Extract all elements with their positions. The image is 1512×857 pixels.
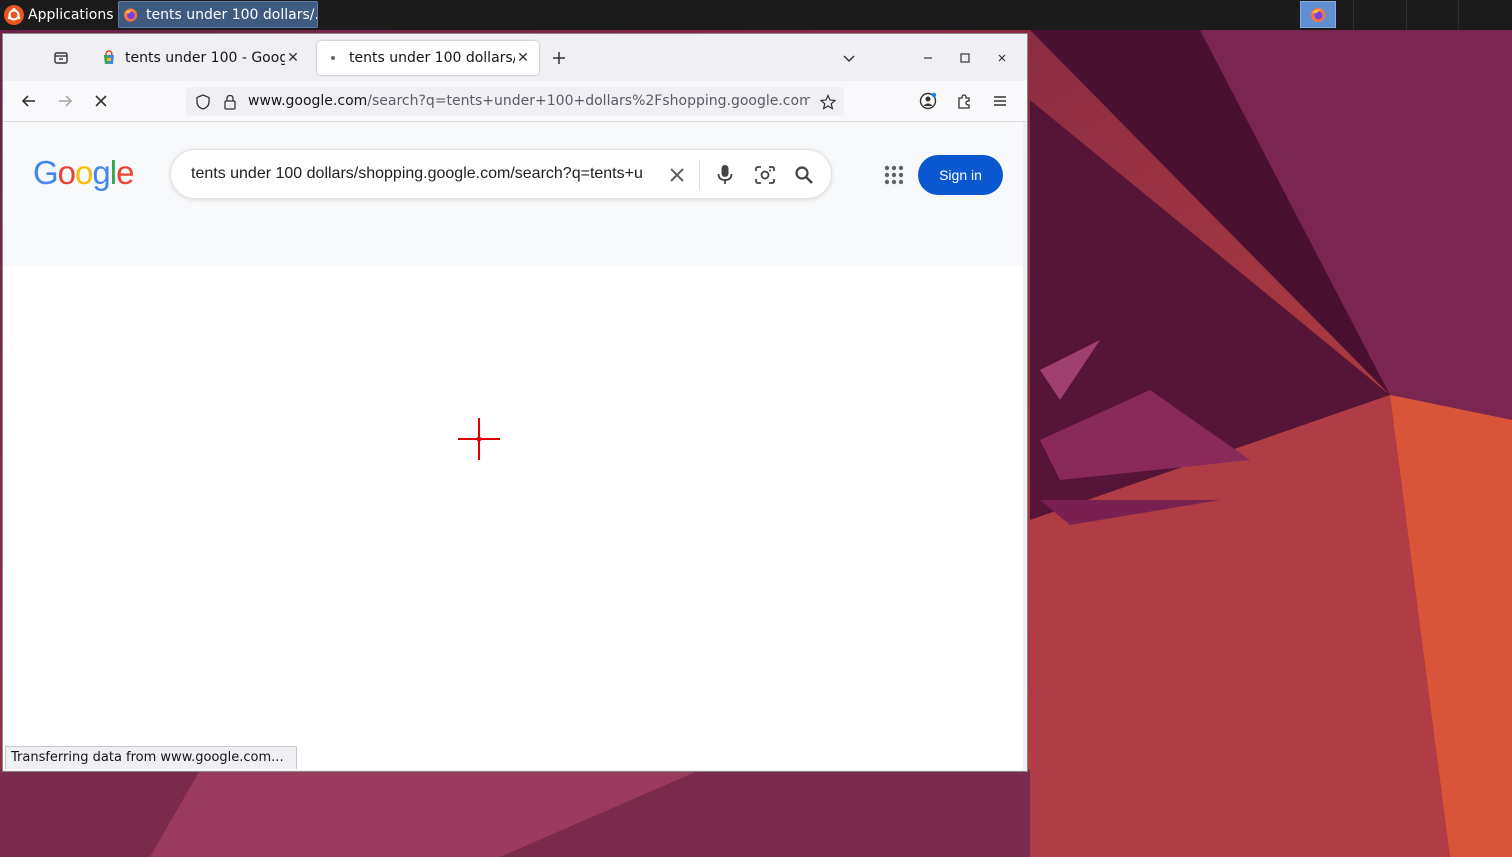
search-box[interactable]: tents under 100 dollars/shopping.google.…	[170, 149, 832, 199]
logo-letter: o	[75, 154, 93, 191]
back-button[interactable]	[15, 89, 43, 113]
tab-active-loading[interactable]: tents under 100 dollars/s ✕	[317, 41, 539, 75]
bookmark-star-icon[interactable]	[819, 93, 837, 111]
applications-label: Applications	[28, 7, 114, 23]
forward-button[interactable]	[51, 89, 79, 113]
top-panel: Applications tents under 100 dollars/...	[0, 0, 1512, 30]
new-tab-button[interactable]	[547, 46, 571, 70]
close-icon	[998, 54, 1006, 62]
tab-bar: tents under 100 - Google ✕ tents under 1…	[3, 34, 1027, 81]
chevron-down-icon	[843, 55, 855, 63]
firefox-icon	[123, 7, 138, 22]
logo-letter: g	[92, 154, 110, 191]
loading-dot-icon	[331, 56, 335, 60]
logo-letter: e	[116, 154, 134, 191]
ubuntu-logo-icon	[4, 5, 24, 25]
tab-label: tents under 100 dollars/s	[349, 50, 515, 66]
url-bar[interactable]: www.google.com/search?q=tents+under+100+…	[186, 87, 844, 116]
close-window-button[interactable]	[990, 46, 1014, 70]
search-input[interactable]: tents under 100 dollars/shopping.google.…	[191, 165, 653, 183]
url-host: www.google.com	[248, 93, 368, 109]
google-header: Google tents under 100 dollars/shopping.…	[3, 122, 1023, 266]
tab-label: tents under 100 - Google	[125, 50, 285, 66]
tray-separator	[1458, 0, 1459, 30]
arrow-right-icon	[59, 95, 73, 107]
search-divider	[699, 160, 700, 190]
page-content: Google tents under 100 dollars/shopping.…	[3, 122, 1023, 770]
firefox-view-icon	[54, 52, 68, 64]
app-menu-button[interactable]	[988, 89, 1012, 113]
account-button[interactable]	[916, 89, 940, 113]
voice-search-icon[interactable]	[713, 163, 737, 187]
search-icon[interactable]	[792, 163, 816, 187]
close-tab-icon[interactable]: ✕	[285, 50, 301, 66]
stop-loading-button[interactable]	[87, 89, 115, 113]
maximize-icon	[960, 53, 970, 63]
extensions-button[interactable]	[952, 89, 976, 113]
google-logo[interactable]: Google	[33, 154, 134, 192]
tray-separator	[1353, 0, 1354, 30]
stop-x-icon	[95, 95, 107, 107]
arrow-left-icon	[21, 95, 35, 107]
url-path: /search?q=tents+under+100+dollars%2Fshop…	[367, 93, 810, 109]
minimize-icon	[924, 57, 932, 59]
firefox-window: tents under 100 - Google ✕ tents under 1…	[2, 33, 1028, 772]
minimize-button[interactable]	[916, 46, 940, 70]
logo-letter: G	[33, 154, 59, 191]
firefox-icon	[1311, 7, 1325, 22]
hamburger-menu-icon	[994, 96, 1006, 106]
list-all-tabs-button[interactable]	[837, 46, 861, 70]
clear-search-icon[interactable]	[665, 163, 689, 187]
close-tab-icon[interactable]: ✕	[515, 50, 531, 66]
account-icon	[919, 92, 937, 110]
google-shopping-favicon	[104, 50, 114, 64]
navigation-toolbar: www.google.com/search?q=tents+under+100+…	[3, 81, 1027, 122]
taskbar-firefox-window[interactable]: tents under 100 dollars/...	[118, 1, 318, 28]
maximize-button[interactable]	[953, 46, 977, 70]
lock-icon[interactable]	[221, 93, 239, 111]
tray-firefox-button[interactable]	[1300, 1, 1336, 28]
status-bar: Transferring data from www.google.com...	[5, 746, 297, 769]
puzzle-piece-icon	[958, 94, 970, 109]
firefox-view-button[interactable]	[47, 46, 75, 70]
image-search-camera-icon[interactable]	[753, 163, 777, 187]
tray-separator	[1406, 0, 1407, 30]
url-text: www.google.com/search?q=tents+under+100+…	[248, 93, 810, 109]
shield-icon[interactable]	[194, 93, 212, 111]
logo-letter: o	[57, 154, 76, 191]
applications-menu-button[interactable]: Applications	[0, 0, 116, 30]
taskbar-window-title: tents under 100 dollars/...	[146, 6, 317, 23]
sign-in-button[interactable]: Sign in	[918, 155, 1003, 195]
google-apps-grid-icon[interactable]	[882, 163, 906, 187]
tab-google-search[interactable]: tents under 100 - Google ✕	[93, 41, 309, 75]
crosshair-cursor-icon	[458, 418, 500, 460]
plus-icon	[553, 52, 565, 64]
